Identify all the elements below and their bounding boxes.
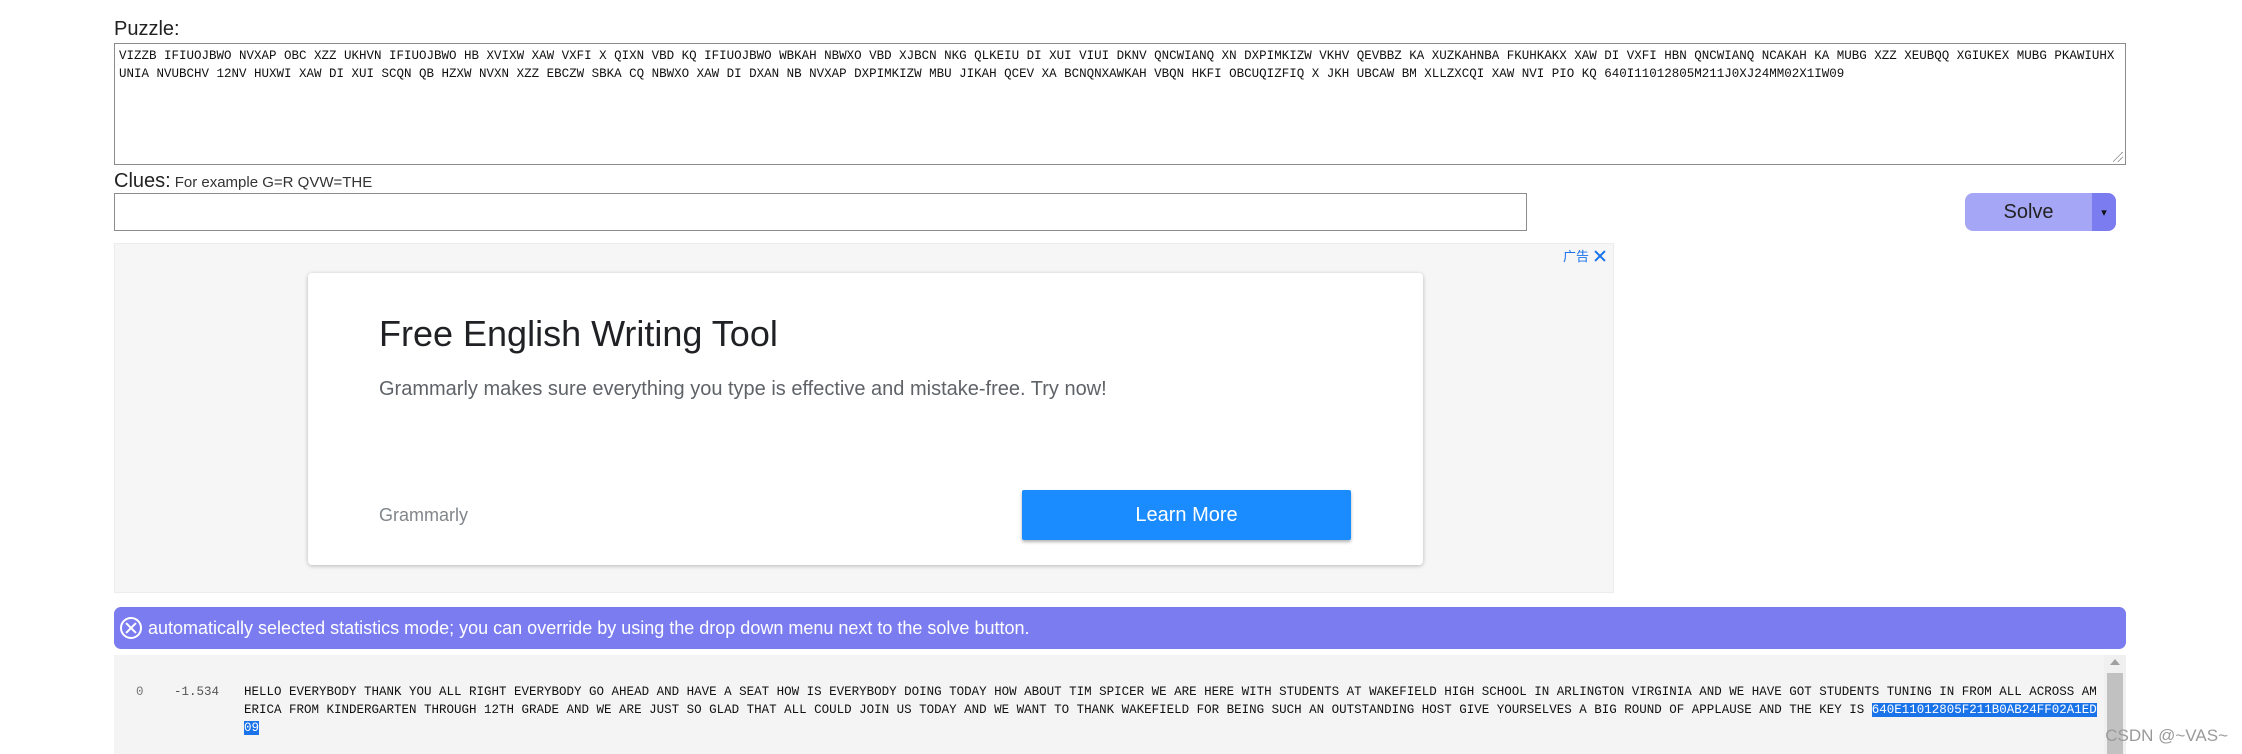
learn-more-button[interactable]: Learn More xyxy=(1022,490,1351,540)
notice-bar: automatically selected statistics mode; … xyxy=(114,607,2126,649)
clues-label-text: Clues: xyxy=(114,170,171,192)
chevron-down-icon: ▾ xyxy=(2101,206,2107,219)
solve-button-group: Solve ▾ xyxy=(1965,193,2116,231)
close-icon[interactable] xyxy=(1593,249,1607,263)
ad-badge-text: 广告 xyxy=(1562,249,1589,264)
result-index: 0 xyxy=(136,685,144,699)
clues-input[interactable] xyxy=(114,193,1527,231)
ad-description: Grammarly makes sure everything you type… xyxy=(379,378,1107,400)
solve-mode-dropdown[interactable]: ▾ xyxy=(2092,193,2116,231)
ad-card[interactable]: Free English Writing Tool Grammarly make… xyxy=(308,273,1423,565)
ad-advertiser: Grammarly xyxy=(379,505,468,525)
ad-title[interactable]: Free English Writing Tool xyxy=(379,313,778,355)
puzzle-text: VIZZB IFIUOJBWO NVXAP OBC XZZ UKHVN IFIU… xyxy=(119,49,2115,81)
solve-button[interactable]: Solve xyxy=(1965,193,2092,231)
clues-hint: For example G=R QVW=THE xyxy=(174,174,373,191)
ad-container: 广告 Free English Writing Tool Grammarly m… xyxy=(114,243,1614,593)
puzzle-label: Puzzle: xyxy=(114,18,180,40)
ad-badge[interactable]: 广告 xyxy=(1563,246,1607,265)
scroll-up-arrow-icon[interactable] xyxy=(2110,659,2120,665)
page: Puzzle: VIZZB IFIUOJBWO NVXAP OBC XZZ UK… xyxy=(0,0,2242,754)
dismiss-circle-icon[interactable] xyxy=(120,617,142,639)
watermark: CSDN @~VAS~ xyxy=(2105,726,2228,745)
result-score: -1.534 xyxy=(174,685,220,699)
result-plaintext: HELLO EVERYBODY THANK YOU ALL RIGHT EVER… xyxy=(244,685,2097,717)
puzzle-textarea[interactable]: VIZZB IFIUOJBWO NVXAP OBC XZZ UKHVN IFIU… xyxy=(114,43,2126,165)
clues-label: Clues: For example G=R QVW=THE xyxy=(114,170,372,193)
results-panel[interactable]: 0 -1.534 HELLO EVERYBODY THANK YOU ALL R… xyxy=(114,655,2126,754)
resize-handle-icon[interactable] xyxy=(2113,152,2123,162)
notice-text: automatically selected statistics mode; … xyxy=(148,617,1030,638)
result-text: HELLO EVERYBODY THANK YOU ALL RIGHT EVER… xyxy=(244,683,2099,737)
